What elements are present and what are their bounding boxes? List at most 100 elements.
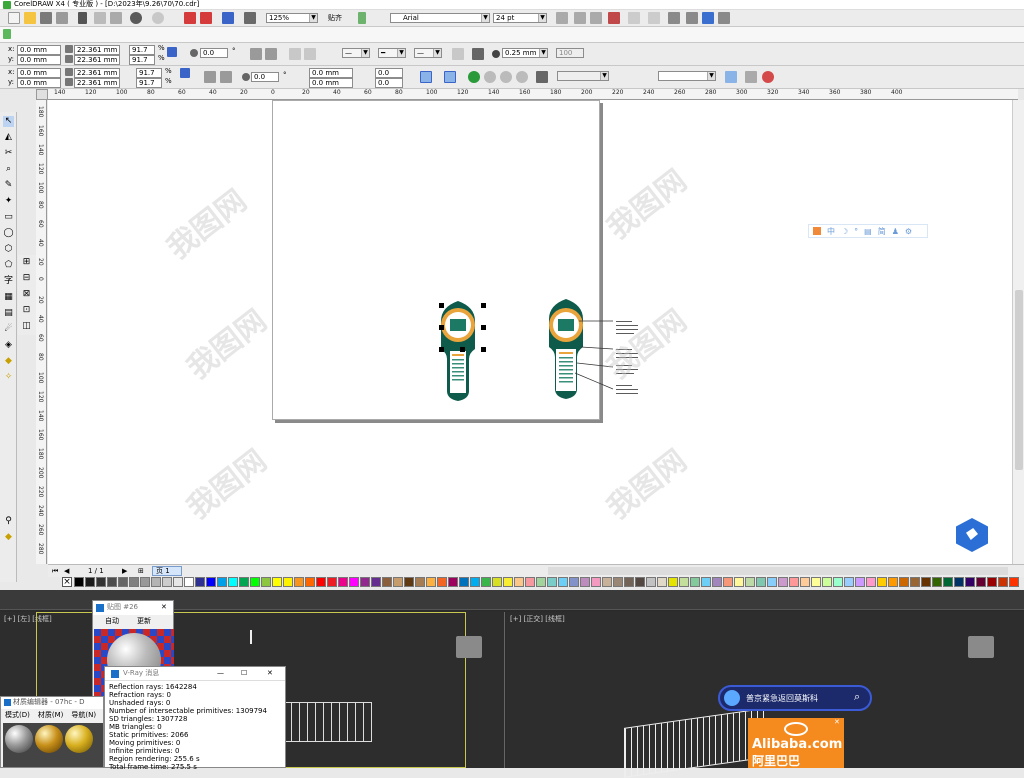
text-tool-icon[interactable]: 字	[3, 276, 14, 287]
bold-icon[interactable]	[556, 12, 568, 24]
select-tool-icon[interactable]	[444, 71, 456, 83]
color-swatch[interactable]	[679, 577, 689, 587]
color-swatch[interactable]	[250, 577, 260, 587]
mirror-vertical-icon[interactable]	[220, 71, 232, 83]
color-swatch[interactable]	[932, 577, 942, 587]
snap-to-menu[interactable]: 贴齐	[328, 14, 342, 23]
rectangle-tool-icon[interactable]: ▭	[3, 212, 14, 223]
cut-icon[interactable]	[78, 12, 87, 24]
color-swatch[interactable]	[393, 577, 403, 587]
material-slot[interactable]	[65, 725, 93, 753]
color-styles-icon[interactable]	[762, 71, 774, 83]
vertical-ruler[interactable]: 180 160 140 120 100 80 60 40 20 0 20 40 60 80 100 120 14…	[36, 100, 47, 564]
color-swatch[interactable]	[382, 577, 392, 587]
open-icon[interactable]	[24, 12, 36, 24]
paste-icon[interactable]	[110, 12, 122, 24]
view-cube-icon[interactable]	[968, 636, 994, 658]
color-swatch[interactable]	[536, 577, 546, 587]
end-arrow-select[interactable]: — ▼	[414, 48, 442, 58]
material-slot[interactable]	[5, 725, 33, 753]
lock-ratio-icon[interactable]	[167, 47, 177, 57]
line-style-select[interactable]: ━ ▼	[378, 48, 406, 58]
paint-bucket-icon[interactable]: ◆	[3, 532, 14, 543]
color-swatch[interactable]	[701, 577, 711, 587]
undo-icon[interactable]	[130, 12, 142, 24]
horizontal-ruler[interactable]: 140 120 100 80 60 40 20 0 20 40 60 80 100 120 140 160 18…	[48, 89, 1018, 100]
color-swatch[interactable]	[635, 577, 645, 587]
minimize-icon[interactable]: —	[217, 669, 224, 678]
color-swatch[interactable]	[151, 577, 161, 587]
close-icon[interactable]: ✕	[161, 603, 167, 612]
selection-handle[interactable]	[481, 347, 486, 352]
color-swatch[interactable]	[547, 577, 557, 587]
color-swatch[interactable]	[822, 577, 832, 587]
horizontal-text-icon[interactable]	[702, 12, 714, 24]
vray-messages-window[interactable]: V-Ray 消息 — ☐ ✕ Reflection rays: 1642284 R…	[104, 666, 286, 771]
selection-handle[interactable]	[439, 325, 444, 330]
color-swatch[interactable]	[470, 577, 480, 587]
freehand-tool-icon[interactable]: ✎	[3, 180, 14, 191]
color-swatch[interactable]	[657, 577, 667, 587]
color-swatch[interactable]	[811, 577, 821, 587]
color-swatch[interactable]	[888, 577, 898, 587]
docker-tool-4-icon[interactable]: ⊡	[21, 305, 32, 316]
color-swatch[interactable]	[217, 577, 227, 587]
object-manager-icon[interactable]	[745, 71, 757, 83]
viewport-right-label[interactable]: [+] [正交] [线框]	[510, 615, 565, 624]
color-swatch[interactable]	[184, 577, 194, 587]
color-swatch[interactable]	[910, 577, 920, 587]
color-swatch[interactable]	[558, 577, 568, 587]
underline-icon[interactable]	[590, 12, 602, 24]
select-tool-active-icon[interactable]	[420, 71, 432, 83]
outline-tool-icon[interactable]: ◈	[3, 340, 14, 351]
drawing-canvas[interactable]: 中 ☽ ° ▤ 简 ♟ ⚙	[48, 100, 1018, 564]
next-page-icon[interactable]: ▶	[122, 567, 127, 576]
position-y-field[interactable]: 0.0 mm	[309, 78, 353, 88]
color-swatch[interactable]	[294, 577, 304, 587]
mirror-horizontal-icon[interactable]	[204, 71, 216, 83]
color-swatch[interactable]	[206, 577, 216, 587]
color-swatch[interactable]	[591, 577, 601, 587]
ime-simplified-label[interactable]: 简	[878, 226, 886, 237]
color-swatch[interactable]	[877, 577, 887, 587]
ime-toolbar[interactable]: 中 ☽ ° ▤ 简 ♟ ⚙	[808, 224, 928, 238]
height-field[interactable]: 22.361 mm	[74, 78, 120, 88]
color-swatch[interactable]	[437, 577, 447, 587]
moon-icon[interactable]: ☽	[841, 227, 848, 236]
ruler-origin[interactable]	[36, 89, 48, 100]
color-swatch[interactable]	[283, 577, 293, 587]
shape-tool-icon[interactable]: ◭	[3, 132, 14, 143]
page-tab[interactable]: 页 1	[152, 566, 182, 576]
color-swatch[interactable]	[789, 577, 799, 587]
wrap-text-icon[interactable]	[452, 48, 464, 60]
eyedropper-tool-icon[interactable]: ☄	[3, 324, 14, 335]
import-icon[interactable]	[184, 12, 196, 24]
material-editor-window[interactable]: 材质编辑器 - 07hc - D 模式(D) 材质(M) 导航(N)	[0, 696, 104, 768]
weld-icon[interactable]	[468, 71, 480, 83]
outline-icon[interactable]	[472, 48, 484, 60]
color-swatch[interactable]	[338, 577, 348, 587]
crop-tool-icon[interactable]: ✂	[3, 148, 14, 159]
selection-handle[interactable]	[439, 347, 444, 352]
color-swatch[interactable]	[646, 577, 656, 587]
update-button[interactable]: 更新	[137, 617, 151, 626]
count-field[interactable]: 100	[556, 48, 584, 58]
ellipse-tool-icon[interactable]: ◯	[3, 228, 14, 239]
trim-icon[interactable]	[484, 71, 496, 83]
color-swatch[interactable]	[1009, 577, 1019, 587]
color-swatch[interactable]	[426, 577, 436, 587]
docker-tool-2-icon[interactable]: ⊟	[21, 273, 32, 284]
color-swatch[interactable]	[580, 577, 590, 587]
font-name-select[interactable]: Arial ▼	[390, 13, 490, 23]
color-swatch[interactable]	[261, 577, 271, 587]
color-swatch[interactable]	[316, 577, 326, 587]
zoom-level-select[interactable]: 125% ▼	[266, 13, 318, 23]
application-launcher-icon[interactable]	[222, 12, 234, 24]
color-swatch[interactable]	[976, 577, 986, 587]
add-page-icon[interactable]: ⊞	[138, 567, 144, 576]
mirror-horizontal-icon[interactable]	[250, 48, 262, 60]
color-swatch[interactable]	[998, 577, 1008, 587]
color-swatch[interactable]	[492, 577, 502, 587]
settings-icon[interactable]: ⚙	[905, 227, 912, 236]
color-swatch[interactable]	[921, 577, 931, 587]
